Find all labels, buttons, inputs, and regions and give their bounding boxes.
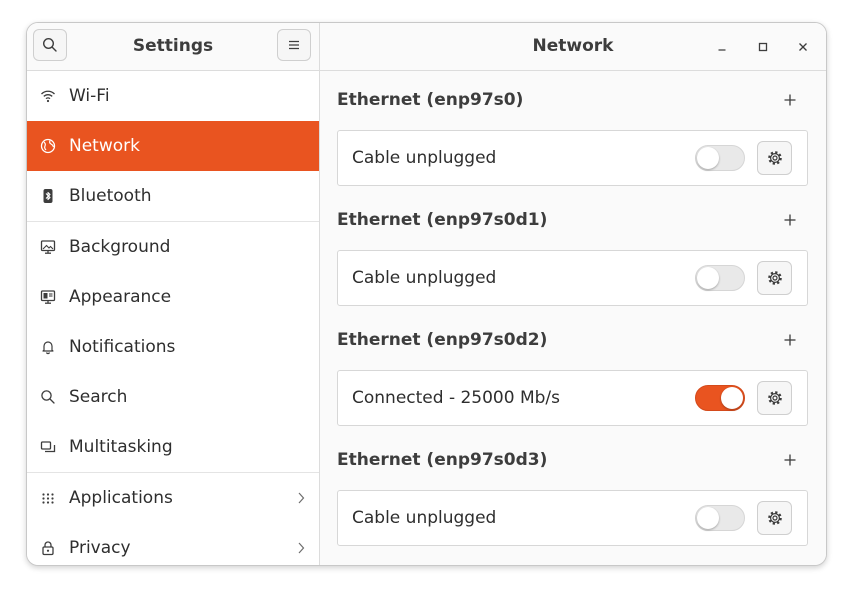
toggle-knob — [697, 147, 719, 169]
sidebar-item-applications[interactable]: Applications — [27, 473, 319, 523]
ethernet-section: Ethernet (enp97s0) Cable unplugged — [337, 85, 808, 186]
apps-grid-icon — [27, 490, 69, 506]
add-connection-button[interactable] — [778, 448, 802, 472]
connection-settings-button[interactable] — [757, 381, 792, 415]
main-header: Network — [320, 23, 826, 71]
plus-icon — [784, 454, 796, 466]
toggle-knob — [697, 507, 719, 529]
ethernet-section: Ethernet (enp97s0d3) Cable unplugged — [337, 445, 808, 546]
toggle-knob — [721, 387, 743, 409]
plus-icon — [784, 334, 796, 346]
gear-icon — [767, 151, 782, 165]
sidebar-item-label: Search — [69, 387, 128, 407]
connection-toggle[interactable] — [695, 385, 745, 411]
section-title: Ethernet (enp97s0d1) — [337, 210, 548, 230]
appearance-icon — [27, 289, 69, 305]
plus-icon — [784, 94, 796, 106]
sidebar-item-label: Multitasking — [69, 437, 173, 457]
maximize-icon — [758, 42, 768, 52]
connection-row: Cable unplugged — [337, 130, 808, 186]
connection-status: Cable unplugged — [352, 508, 497, 528]
sidebar-item-label: Wi-Fi — [69, 86, 110, 106]
gear-icon — [767, 271, 782, 285]
sidebar-header: Settings — [27, 23, 319, 71]
app-title: Settings — [132, 36, 214, 56]
sidebar-nav: Wi-Fi Network Bluetooth Background Appea… — [27, 71, 319, 565]
chevron-right-icon — [283, 490, 319, 506]
gear-icon — [767, 391, 782, 405]
sidebar-item-bluetooth[interactable]: Bluetooth — [27, 171, 319, 222]
connection-toggle[interactable] — [695, 145, 745, 171]
add-connection-button[interactable] — [778, 88, 802, 112]
maximize-button[interactable] — [751, 35, 775, 59]
section-title: Ethernet (enp97s0d2) — [337, 330, 548, 350]
connection-row: Cable unplugged — [337, 250, 808, 306]
minimize-icon — [718, 49, 726, 51]
sidebar-item-wifi[interactable]: Wi-Fi — [27, 71, 319, 121]
monitor-icon — [27, 239, 69, 255]
settings-window: Settings Wi-Fi Network Bluetooth Backgro… — [26, 22, 827, 566]
sidebar-item-label: Applications — [69, 488, 173, 508]
add-connection-button[interactable] — [778, 328, 802, 352]
connection-settings-button[interactable] — [757, 261, 792, 295]
connection-settings-button[interactable] — [757, 501, 792, 535]
plus-icon — [784, 214, 796, 226]
sidebar-item-label: Notifications — [69, 337, 176, 357]
hamburger-menu-icon — [289, 40, 299, 50]
bell-icon — [27, 339, 69, 355]
sidebar-item-label: Network — [69, 136, 140, 156]
close-icon — [799, 43, 807, 51]
connection-status: Connected - 25000 Mb/s — [352, 388, 561, 408]
connection-toggle[interactable] — [695, 505, 745, 531]
ethernet-section: Ethernet (enp97s0d1) Cable unplugged — [337, 205, 808, 306]
section-title: Ethernet (enp97s0) — [337, 90, 524, 110]
sidebar-item-multitasking[interactable]: Multitasking — [27, 422, 319, 473]
sidebar-item-label: Bluetooth — [69, 186, 152, 206]
sidebar-item-label: Background — [69, 237, 171, 257]
ethernet-section: Ethernet (enp97s0d2) Connected - 25000 M… — [337, 325, 808, 426]
search-button[interactable] — [33, 29, 67, 61]
globe-icon — [27, 138, 69, 154]
connection-toggle[interactable] — [695, 265, 745, 291]
lock-icon — [27, 540, 69, 556]
search-icon — [42, 37, 57, 52]
search-icon — [27, 389, 69, 405]
connection-row: Cable unplugged — [337, 490, 808, 546]
bluetooth-icon — [27, 188, 69, 204]
sidebar-item-background[interactable]: Background — [27, 222, 319, 272]
toggle-knob — [697, 267, 719, 289]
close-button[interactable] — [791, 35, 815, 59]
sidebar: Settings Wi-Fi Network Bluetooth Backgro… — [27, 23, 320, 565]
sidebar-item-privacy[interactable]: Privacy — [27, 523, 319, 565]
connection-settings-button[interactable] — [757, 141, 792, 175]
section-title: Ethernet (enp97s0d3) — [337, 450, 548, 470]
gear-icon — [767, 511, 782, 525]
sidebar-item-label: Appearance — [69, 287, 172, 307]
main-menu-button[interactable] — [277, 29, 311, 61]
sidebar-item-appearance[interactable]: Appearance — [27, 272, 319, 322]
windows-icon — [27, 439, 69, 455]
sidebar-item-notifications[interactable]: Notifications — [27, 322, 319, 372]
connection-row: Connected - 25000 Mb/s — [337, 370, 808, 426]
sidebar-item-network[interactable]: Network — [27, 121, 319, 171]
sidebar-item-label: Privacy — [69, 538, 131, 558]
chevron-right-icon — [283, 540, 319, 556]
network-panel: Network Ethernet (enp97s0) Cable unplugg… — [320, 23, 826, 565]
connection-status: Cable unplugged — [352, 268, 497, 288]
wifi-icon — [27, 88, 69, 104]
add-connection-button[interactable] — [778, 208, 802, 232]
minimize-button[interactable] — [710, 35, 734, 59]
sidebar-item-search[interactable]: Search — [27, 372, 319, 422]
connection-status: Cable unplugged — [352, 148, 497, 168]
